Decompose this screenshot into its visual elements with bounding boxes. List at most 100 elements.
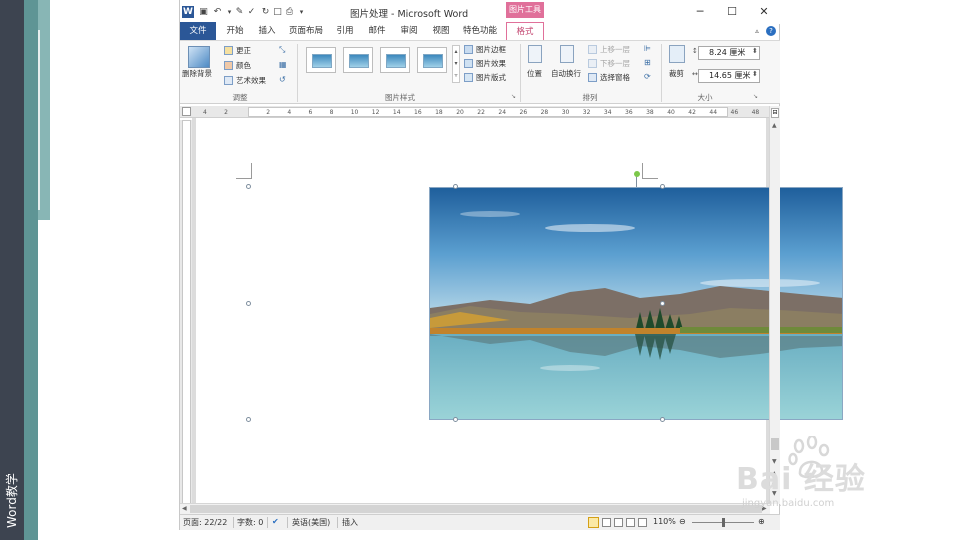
remove-background-button[interactable]: 删除背景 <box>182 68 212 79</box>
title-bar: W ▣ ↶ ▾ ✎ ✓ ↻ □ ⎙ ▾ 图片处理 - Microsoft Wor… <box>180 0 780 24</box>
spell-check-icon[interactable]: ✓ <box>246 7 257 18</box>
horizontal-scrollbar[interactable]: ◀ ▶ <box>180 503 770 514</box>
horizontal-scroll-thumb[interactable] <box>190 505 762 513</box>
tab-special-features[interactable]: 特色功能 <box>458 22 502 40</box>
bring-forward-icon <box>588 45 597 54</box>
tab-home[interactable]: 开始 <box>220 22 250 40</box>
zoom-in-icon[interactable]: ⊕ <box>758 517 765 526</box>
compress-pictures-icon[interactable]: ⤡ <box>279 45 288 54</box>
new-document-icon[interactable]: □ <box>272 7 283 18</box>
styles-gallery-scroll[interactable]: ▴ ▾ ▿ <box>452 45 460 83</box>
web-layout-view-icon[interactable] <box>614 518 623 527</box>
picture-border-button[interactable]: 图片边框 <box>476 44 506 55</box>
size-dialog-launcher-icon[interactable]: ↘ <box>753 93 758 100</box>
tab-file[interactable]: 文件 <box>180 22 216 40</box>
word-count[interactable]: 字数: 0 <box>237 517 263 528</box>
ruler-tick-label: 22 <box>477 109 485 116</box>
minimize-button[interactable]: ─ <box>692 4 708 20</box>
position-button[interactable]: 位置 <box>527 68 542 79</box>
picture-style-4[interactable] <box>417 47 447 73</box>
picture-style-2[interactable] <box>343 47 373 73</box>
picture-effects-button[interactable]: 图片效果 <box>476 58 506 69</box>
page-count[interactable]: 页面: 22/22 <box>183 517 227 528</box>
resize-handle-right[interactable] <box>660 301 665 306</box>
rotate-icon[interactable]: ⟳ <box>644 72 651 81</box>
size-group-label: 大小 <box>697 93 713 102</box>
proofing-icon[interactable]: ✔ <box>272 517 279 526</box>
selected-picture[interactable] <box>429 187 843 420</box>
dialog-launcher-icon[interactable]: ↘ <box>511 93 516 100</box>
scroll-up-icon[interactable]: ▲ <box>772 122 777 129</box>
send-backward-icon <box>588 59 597 68</box>
outline-view-icon[interactable] <box>626 518 635 527</box>
insert-mode[interactable]: 插入 <box>342 517 358 528</box>
resize-handle-bottom-left[interactable] <box>246 417 251 422</box>
word-app-icon[interactable]: W <box>182 6 194 18</box>
align-icon[interactable]: ⊫ <box>644 44 651 53</box>
reset-picture-icon[interactable]: ↺ <box>279 75 288 84</box>
picture-style-3[interactable] <box>380 47 410 73</box>
height-icon: ↕ <box>692 47 698 55</box>
change-picture-icon[interactable]: ▦ <box>279 60 288 69</box>
crop-icon <box>669 45 685 63</box>
height-input[interactable]: 8.24 厘米 <box>698 46 760 60</box>
help-icon[interactable]: ? <box>766 26 776 36</box>
adjust-group-label: 调整 <box>232 93 248 102</box>
status-separator <box>337 517 338 528</box>
format-painter-icon[interactable]: ✎ <box>234 7 245 18</box>
picture-layout-button[interactable]: 图片版式 <box>476 72 506 83</box>
crop-button[interactable]: 裁剪 <box>669 68 684 79</box>
selection-pane-icon <box>588 73 597 82</box>
resize-handle-top-left[interactable] <box>246 184 251 189</box>
height-spin-icon[interactable]: ⬍ <box>752 47 758 55</box>
tab-mailings[interactable]: 邮件 <box>362 22 392 40</box>
width-input[interactable]: 14.65 厘米 <box>698 69 760 83</box>
undo-icon[interactable]: ↶ <box>212 7 223 18</box>
width-spin-icon[interactable]: ⬍ <box>752 70 758 78</box>
print-layout-view-icon[interactable] <box>588 517 599 528</box>
tab-insert[interactable]: 插入 <box>252 22 282 40</box>
zoom-level[interactable]: 110% <box>653 517 676 526</box>
print-icon[interactable]: ⎙ <box>284 7 295 18</box>
refresh-icon[interactable]: ↻ <box>260 7 271 18</box>
picture-style-1[interactable] <box>306 47 336 73</box>
bring-forward-button[interactable]: 上移一层 <box>600 44 630 55</box>
ribbon-minimize-icon[interactable]: ▵ <box>752 22 762 40</box>
artistic-effects-button[interactable]: 艺术效果 <box>236 75 266 86</box>
rotation-handle[interactable] <box>634 171 640 177</box>
tab-page-layout[interactable]: 页面布局 <box>284 22 328 40</box>
resize-handle-bottom-right[interactable] <box>660 417 665 422</box>
ruler-toggle-icon[interactable]: ⊟ <box>771 108 779 118</box>
group-objects-icon[interactable]: ⊞ <box>644 58 651 67</box>
zoom-slider-thumb[interactable] <box>722 518 725 527</box>
full-screen-view-icon[interactable] <box>602 518 611 527</box>
resize-handle-top[interactable] <box>453 184 458 189</box>
wrap-text-button[interactable]: 自动换行 <box>551 68 581 79</box>
maximize-button[interactable]: ☐ <box>724 4 740 20</box>
resize-handle-left[interactable] <box>246 301 251 306</box>
group-separator <box>297 44 298 102</box>
resize-handle-top-right[interactable] <box>660 184 665 189</box>
artistic-effects-icon <box>224 76 233 85</box>
corrections-button[interactable]: 更正 <box>236 45 251 56</box>
tab-references[interactable]: 引用 <box>330 22 360 40</box>
word-window: W ▣ ↶ ▾ ✎ ✓ ↻ □ ⎙ ▾ 图片处理 - Microsoft Wor… <box>179 0 843 530</box>
color-button[interactable]: 颜色 <box>236 60 251 71</box>
close-button[interactable]: ✕ <box>756 4 772 20</box>
scroll-left-icon[interactable]: ◀ <box>182 505 187 512</box>
send-backward-button[interactable]: 下移一层 <box>600 58 630 69</box>
tab-review[interactable]: 审阅 <box>394 22 424 40</box>
picture-styles-group-label: 图片样式 <box>385 93 415 102</box>
draft-view-icon[interactable] <box>638 518 647 527</box>
zoom-out-icon[interactable]: ⊖ <box>679 517 686 526</box>
save-icon[interactable]: ▣ <box>198 7 209 18</box>
tab-format[interactable]: 格式 <box>506 22 544 40</box>
customize-toolbar-icon[interactable]: ▾ <box>296 7 307 18</box>
ruler-ticks: 4 2 2 4 6 8 10 12 14 16 18 20 22 24 26 28 30 32 34 36 38 40 42… <box>181 108 771 118</box>
resize-handle-bottom[interactable] <box>453 417 458 422</box>
tab-view[interactable]: 视图 <box>426 22 456 40</box>
corrections-icon <box>224 46 233 55</box>
margin-mark-top-right <box>642 163 658 179</box>
selection-pane-button[interactable]: 选择窗格 <box>600 72 630 83</box>
language[interactable]: 英语(美国) <box>292 517 330 528</box>
